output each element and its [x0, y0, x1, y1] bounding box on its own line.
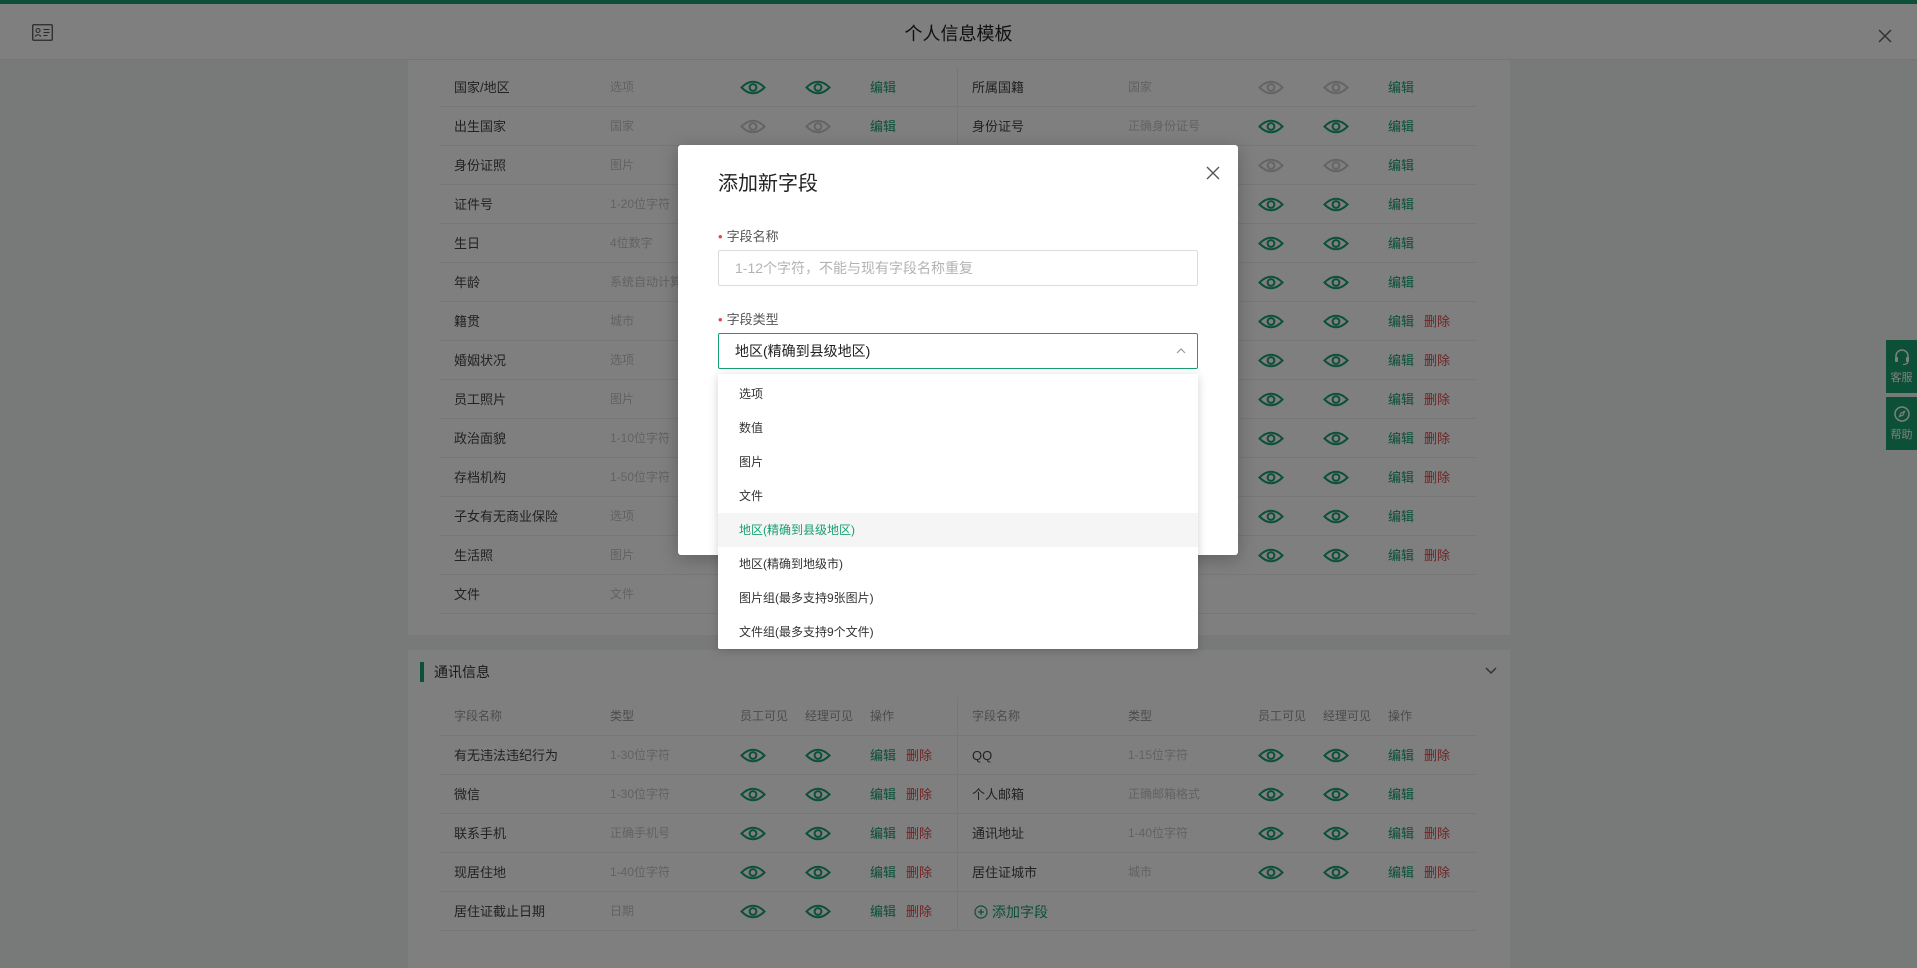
- chevron-up-icon: [1176, 348, 1186, 354]
- field-name-input[interactable]: [718, 250, 1198, 286]
- field-type-label: • 字段类型: [718, 312, 779, 327]
- dialog-title: 添加新字段: [718, 173, 818, 195]
- field-type-value: 地区(精确到县级地区): [735, 343, 871, 359]
- close-icon[interactable]: [1205, 165, 1221, 181]
- field-type-dropdown: 选项 数值 图片 文件 地区(精确到县级地区) 地区(精确到地级市) 图片组(最多支持9张图…: [718, 374, 1198, 649]
- dropdown-option[interactable]: 地区(精确到地级市): [718, 547, 1198, 581]
- dropdown-option[interactable]: 文件: [718, 479, 1198, 513]
- field-name-label: • 字段名称: [718, 229, 779, 244]
- dropdown-option[interactable]: 选项: [718, 377, 1198, 411]
- field-type-select[interactable]: 地区(精确到县级地区): [718, 333, 1198, 369]
- dropdown-option[interactable]: 地区(精确到县级地区): [718, 513, 1198, 547]
- dropdown-option[interactable]: 图片: [718, 445, 1198, 479]
- dropdown-option[interactable]: 数值: [718, 411, 1198, 445]
- dropdown-option[interactable]: 图片组(最多支持9张图片): [718, 581, 1198, 615]
- dropdown-option[interactable]: 文件组(最多支持9个文件): [718, 615, 1198, 649]
